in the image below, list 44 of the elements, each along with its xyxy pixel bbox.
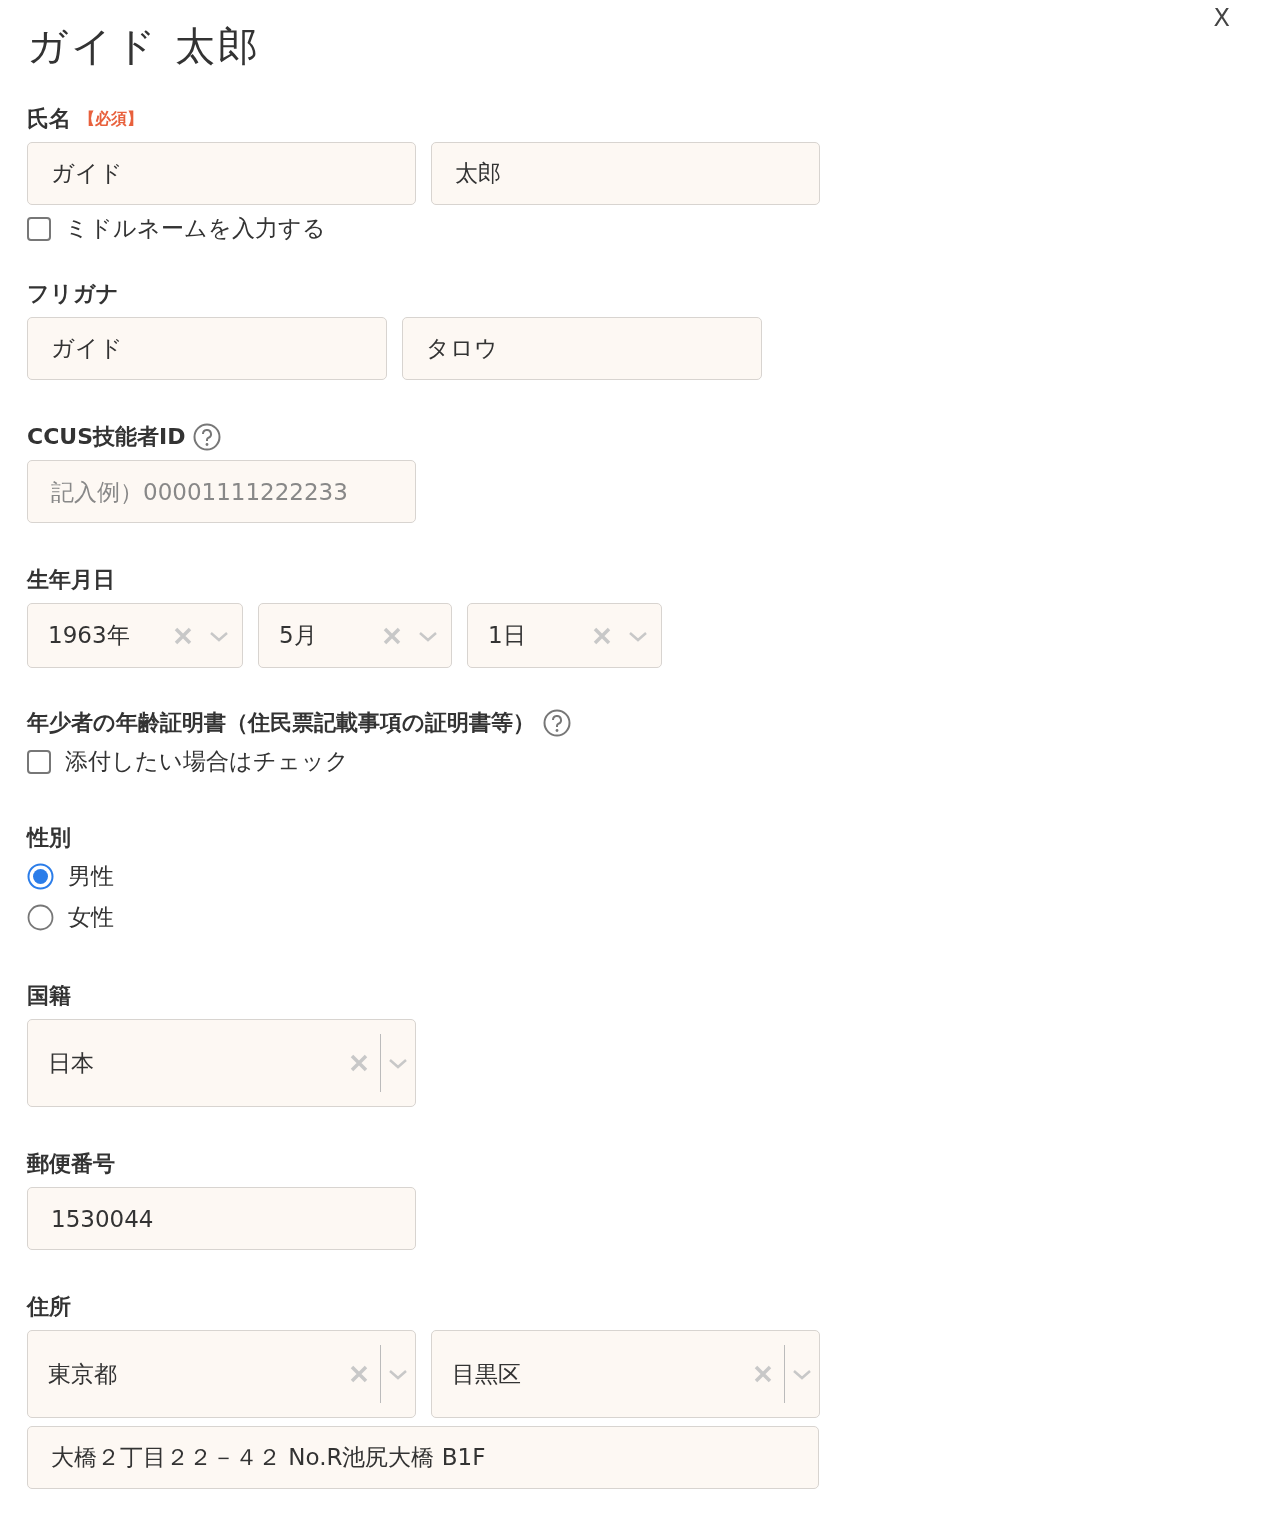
clear-icon[interactable]: [752, 1363, 774, 1385]
text-field[interactable]: タロウ: [402, 317, 762, 380]
field-label: CCUS技能者ID: [27, 423, 186, 451]
radio-button[interactable]: [27, 863, 54, 890]
select-value: 東京都: [48, 1359, 118, 1389]
checkbox-label[interactable]: 添付したい場合はチェック: [65, 746, 349, 777]
text-field[interactable]: 大橋２丁目２２－４２ No.R池尻大橋 B1F: [27, 1426, 819, 1489]
clear-icon[interactable]: [348, 1363, 370, 1385]
select-field[interactable]: 5月: [258, 603, 452, 668]
text-field[interactable]: 太郎: [431, 142, 820, 205]
field-label: 住所: [27, 1293, 71, 1321]
field-label: 郵便番号: [27, 1150, 115, 1178]
select-value: 目黒区: [452, 1359, 522, 1389]
select-value: 1日: [488, 621, 527, 650]
clear-icon[interactable]: [348, 1052, 370, 1074]
select-field[interactable]: 目黒区: [431, 1330, 820, 1418]
field-label: 生年月日: [27, 566, 115, 594]
field-label: フリガナ: [27, 280, 119, 308]
required-label: 【必須】: [79, 108, 143, 130]
select-field[interactable]: 東京都: [27, 1330, 416, 1418]
text-field[interactable]: ガイド: [27, 317, 387, 380]
field-label: 年少者の年齢証明書（住民票記載事項の証明書等）: [27, 709, 535, 737]
help-icon[interactable]: [543, 709, 571, 737]
select-field[interactable]: 日本: [27, 1019, 416, 1107]
checkbox-label[interactable]: ミドルネームを入力する: [65, 213, 326, 244]
field-label: 国籍: [27, 982, 71, 1010]
select-value: 5月: [279, 621, 318, 650]
select-value: 日本: [48, 1048, 95, 1078]
text-field[interactable]: 1530044: [27, 1187, 416, 1250]
close-button[interactable]: X: [1213, 4, 1230, 32]
page-title: ガイド 太郎: [27, 22, 262, 71]
text-field[interactable]: ガイド: [27, 142, 416, 205]
checkbox[interactable]: [27, 216, 51, 241]
select-field[interactable]: 1日: [467, 603, 662, 668]
select-value: 1963年: [48, 621, 131, 650]
field-label: 性別: [27, 824, 71, 852]
radio-label[interactable]: 男性: [68, 861, 114, 892]
checkbox[interactable]: [27, 749, 51, 774]
field-label: 氏名: [27, 105, 71, 133]
text-field[interactable]: 記入例）00001111222233: [27, 460, 416, 523]
radio-button[interactable]: [27, 904, 54, 931]
select-field[interactable]: 1963年: [27, 603, 243, 668]
radio-label[interactable]: 女性: [68, 902, 114, 933]
help-icon[interactable]: [193, 423, 222, 451]
